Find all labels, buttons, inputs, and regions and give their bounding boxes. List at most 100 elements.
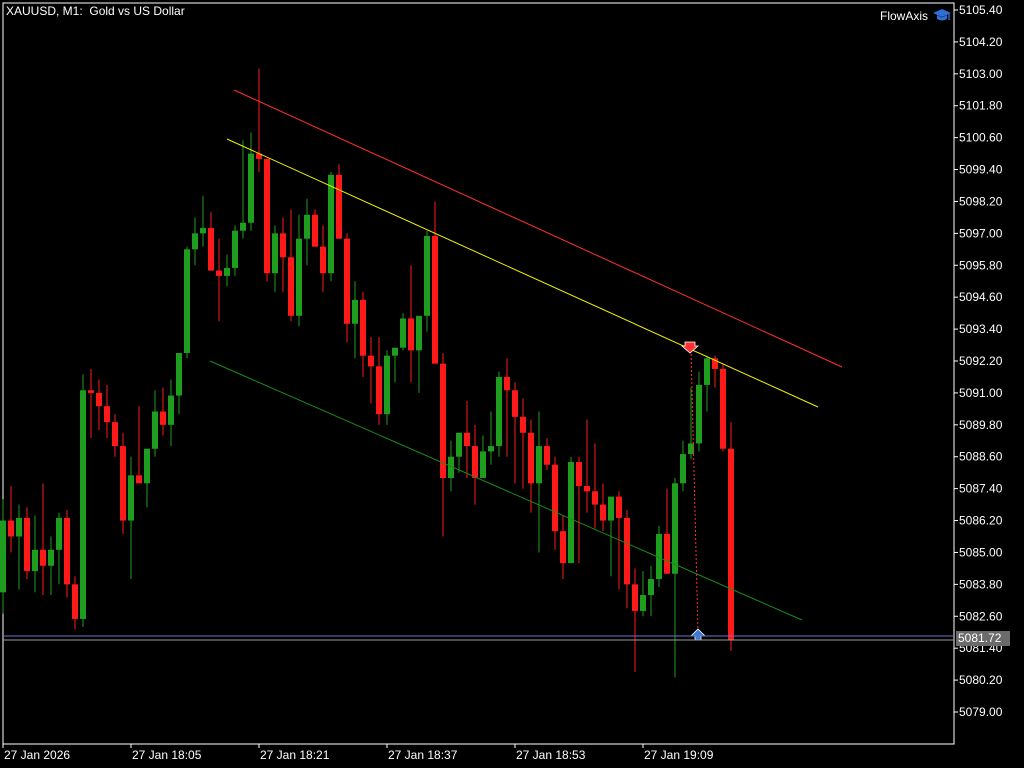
candle-bull (144, 448, 150, 484)
candle-bull (176, 353, 182, 396)
candle-bear (512, 390, 518, 417)
brand-logo: FlowAxis (880, 8, 952, 24)
candle-bull (32, 549, 38, 572)
x-tick-label: 27 Jan 18:53 (516, 748, 586, 762)
x-tick-label: 27 Jan 18:05 (132, 748, 202, 762)
candle-bull (648, 579, 654, 595)
candle-bear (72, 584, 78, 619)
candle-bull (688, 443, 694, 455)
candle-bull (480, 451, 486, 478)
symbol-label: XAUUSD, M1: (6, 4, 83, 18)
candle-bear (576, 462, 582, 486)
price-chart[interactable]: 5105.40 5104.20 5103.00 5101.80 5100.60 5099.… (0, 0, 1024, 768)
candle-bull (16, 517, 22, 537)
candle-bear (264, 158, 270, 274)
candle-bear (528, 432, 534, 484)
graduation-cap-icon (933, 9, 952, 21)
candle-bear (8, 520, 14, 537)
candle-bull (240, 222, 246, 231)
candle-bear (584, 485, 590, 492)
candle-bull (168, 395, 174, 425)
y-tick-label: 5097.00 (959, 226, 1003, 240)
channel-upper-line (233, 89, 843, 368)
candle-bull (0, 520, 6, 593)
candle-bear (344, 238, 350, 324)
candle-bull (352, 299, 358, 324)
candle-bull (272, 233, 278, 274)
y-tick-label: 5100.60 (959, 131, 1003, 145)
candle-bull (392, 347, 398, 356)
candle-bull (80, 390, 86, 619)
candle-bull (456, 432, 462, 457)
candle-bull (672, 483, 678, 574)
candle-bull (200, 228, 206, 234)
candle-bear (216, 270, 222, 276)
candle-bull (192, 233, 198, 250)
y-tick-label: 5085.00 (959, 545, 1003, 559)
candle-bull (56, 517, 62, 550)
candle-bear (312, 214, 318, 247)
candle-bear (360, 299, 366, 356)
candle-bull (296, 238, 302, 316)
candle-bear (208, 228, 214, 271)
candle-bear (600, 504, 606, 521)
candle-bear (544, 446, 550, 465)
candle-bear (520, 416, 526, 433)
candle-bull (696, 384, 702, 444)
candle-bear (376, 366, 382, 415)
candle-bull (384, 355, 390, 415)
candle-bear (96, 392, 102, 407)
candle-bear (552, 464, 558, 532)
y-tick-label: 5093.40 (959, 322, 1003, 336)
candle-bear (432, 236, 438, 364)
plot-frame (2, 2, 955, 745)
candle-bear (320, 246, 326, 274)
candle-bear (160, 411, 166, 425)
candle-bull (424, 236, 430, 316)
y-tick-label: 5092.20 (959, 354, 1003, 368)
y-tick-label: 5082.60 (959, 609, 1003, 623)
candle-bear (368, 355, 374, 367)
x-tick-label: 27 Jan 18:37 (388, 748, 458, 762)
candle-bull (496, 376, 502, 447)
candle-bear (112, 422, 118, 447)
candle-bear (472, 446, 478, 478)
candle-bear (64, 517, 70, 585)
y-tick-label: 5087.40 (959, 482, 1003, 496)
y-tick-label: 5098.20 (959, 194, 1003, 208)
y-tick-label: 5103.00 (959, 67, 1003, 81)
candle-bull (224, 267, 230, 276)
candle-bull (416, 315, 422, 351)
y-tick-label: 5086.20 (959, 514, 1003, 528)
candle-bull (152, 411, 158, 449)
candle-bear (616, 496, 622, 518)
candle-bull (232, 230, 238, 268)
candle-bear (592, 491, 598, 505)
candle-bull (680, 454, 686, 484)
chart-title: XAUUSD, M1: Gold vs US Dollar (6, 4, 185, 18)
candle-bear (728, 448, 734, 641)
y-tick-label: 5088.60 (959, 450, 1003, 464)
y-tick-label: 5091.00 (959, 386, 1003, 400)
candle-bear (664, 533, 670, 574)
y-tick-label: 5099.40 (959, 163, 1003, 177)
candle-bear (288, 257, 294, 316)
y-tick-label: 5101.80 (959, 99, 1003, 113)
y-tick-label: 5105.40 (959, 3, 1003, 17)
candle-bull (608, 496, 614, 521)
x-tick-label: 27 Jan 19:09 (644, 748, 714, 762)
y-tick-label: 5079.00 (959, 705, 1003, 719)
candle-bull (304, 214, 310, 239)
channel-middle-line (226, 138, 819, 408)
candle-bear (720, 368, 726, 449)
candle-bear (336, 174, 342, 239)
y-tick-label: 5094.60 (959, 290, 1003, 304)
candle-bear (624, 517, 630, 585)
candle-bear (408, 318, 414, 351)
y-tick-label: 5089.80 (959, 418, 1003, 432)
candle-bear (120, 446, 126, 521)
candle-bull (568, 462, 574, 564)
candle-bull (536, 446, 542, 484)
exit-arrow-icon (690, 628, 706, 641)
x-tick-label: 27 Jan 18:21 (260, 748, 330, 762)
